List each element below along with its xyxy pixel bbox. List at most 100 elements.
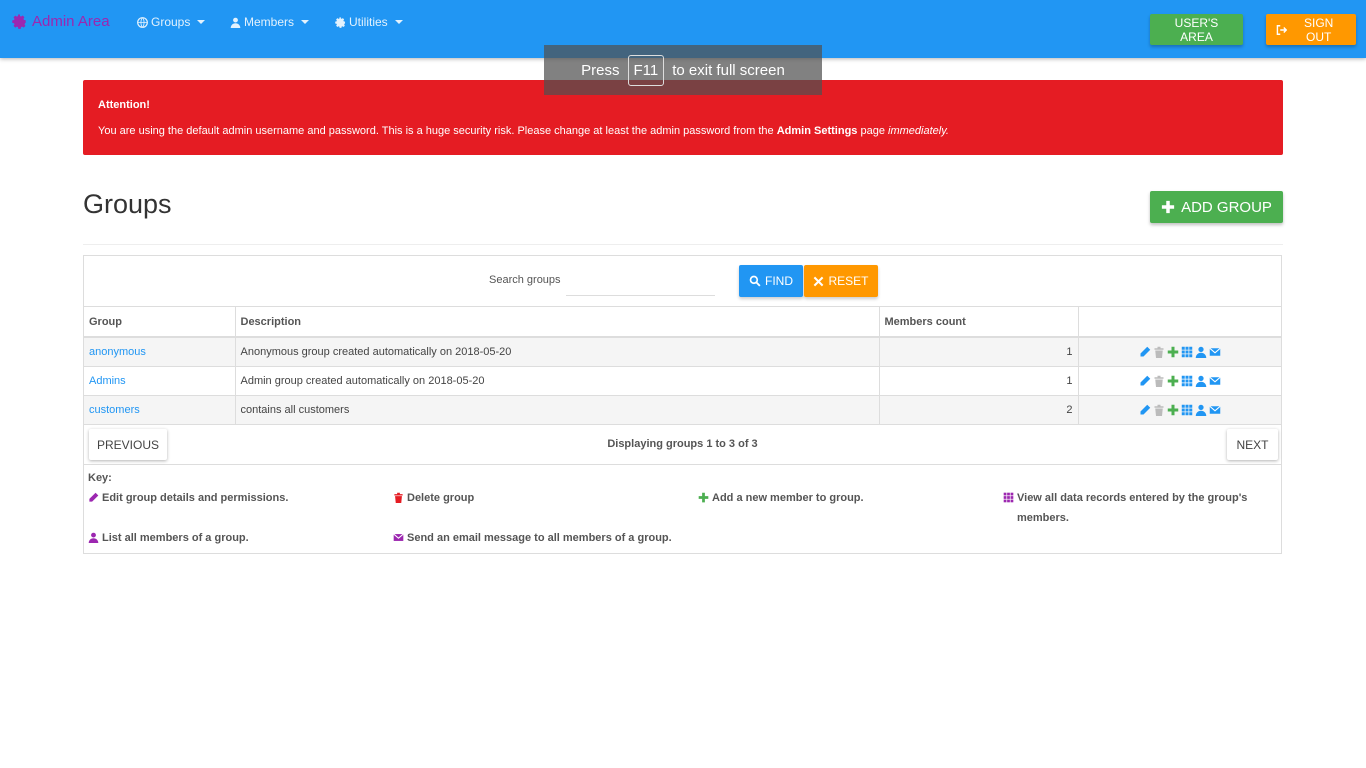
nav-utilities-label: Utilities xyxy=(349,15,388,29)
search-icon xyxy=(749,275,761,287)
add-group-button[interactable]: ADD GROUP xyxy=(1150,191,1283,223)
nav-members-menu[interactable]: Members xyxy=(230,15,310,29)
alert-title: Attention! xyxy=(98,99,150,111)
alert-text-1: You are using the default admin username… xyxy=(98,125,774,137)
brand-label: Admin Area xyxy=(32,13,110,30)
plus-icon[interactable] xyxy=(1167,375,1179,387)
cell-actions xyxy=(1078,337,1281,367)
key-edit-label: Edit group details and permissions. xyxy=(102,492,289,504)
group-link[interactable]: customers xyxy=(89,404,140,416)
grid-icon xyxy=(1003,492,1014,503)
groups-table: Group Description Members count anonymou… xyxy=(84,307,1281,425)
nav-members-label: Members xyxy=(244,15,295,29)
key-add-member: Add a new member to group. xyxy=(698,488,864,508)
cell-group: customers xyxy=(84,395,236,425)
cell-group: Admins xyxy=(84,366,236,396)
user-icon xyxy=(88,532,99,543)
group-link[interactable]: Admins xyxy=(89,375,126,387)
brand-link[interactable]: Admin Area xyxy=(12,13,110,30)
find-label: FIND xyxy=(765,274,793,288)
sign-out-icon xyxy=(1276,24,1288,35)
column-header-members-count[interactable]: Members count xyxy=(879,307,1079,338)
next-button[interactable]: NEXT xyxy=(1227,429,1278,460)
user-icon[interactable] xyxy=(1195,404,1207,416)
find-button[interactable]: FIND xyxy=(739,265,803,297)
column-header-description[interactable]: Description xyxy=(235,307,880,338)
nav-groups-menu[interactable]: Groups xyxy=(137,15,206,29)
pagination: PREVIOUS Displaying groups 1 to 3 of 3 N… xyxy=(84,425,1281,465)
nav-utilities-menu[interactable]: Utilities xyxy=(335,15,403,29)
trash-icon xyxy=(394,492,403,503)
grid-icon[interactable] xyxy=(1181,346,1193,358)
pencil-icon[interactable] xyxy=(1139,346,1151,358)
alert-emphasis: immediately. xyxy=(888,125,949,137)
user-icon[interactable] xyxy=(1195,375,1207,387)
envelope-icon[interactable] xyxy=(1209,346,1221,358)
alert-admin-settings-link[interactable]: Admin Settings xyxy=(777,125,858,137)
key-delete: Delete group xyxy=(393,488,474,508)
fullscreen-hint-after: to exit full screen xyxy=(672,61,785,79)
key-list-members-label: List all members of a group. xyxy=(102,532,249,544)
key-list-members: List all members of a group. xyxy=(88,528,249,548)
cell-description: contains all customers xyxy=(235,395,880,425)
key-title: Key: xyxy=(88,472,112,484)
chevron-down-icon xyxy=(197,20,206,24)
table-row: Admins Admin group created automatically … xyxy=(84,366,1281,396)
key-edit: Edit group details and permissions. xyxy=(88,488,288,508)
icon-key: Key: Edit group details and permissions.… xyxy=(88,472,1278,544)
plus-icon xyxy=(1161,200,1175,214)
grid-icon[interactable] xyxy=(1181,375,1193,387)
column-header-actions xyxy=(1078,307,1281,338)
users-area-label: USER'S AREA xyxy=(1174,15,1219,44)
user-icon xyxy=(230,17,241,28)
pencil-icon xyxy=(89,492,99,502)
table-row: anonymous Anonymous group created automat… xyxy=(84,337,1281,367)
plus-icon xyxy=(698,492,709,503)
sign-out-button[interactable]: SIGN OUT xyxy=(1266,14,1356,45)
fullscreen-hint: Press F11 to exit full screen xyxy=(544,45,822,95)
pencil-icon[interactable] xyxy=(1139,375,1151,387)
search-label: Search groups xyxy=(489,274,561,286)
key-email-label: Send an email message to all members of … xyxy=(407,532,672,544)
page-title: Groups xyxy=(83,189,172,219)
globe-icon xyxy=(137,16,148,28)
fullscreen-hint-key: F11 xyxy=(627,54,665,86)
trash-icon[interactable] xyxy=(1153,346,1165,358)
key-view-records-label: View all data records entered by the gro… xyxy=(1017,492,1248,524)
users-area-button[interactable]: USER'S AREA xyxy=(1150,14,1243,45)
envelope-icon[interactable] xyxy=(1209,375,1221,387)
column-header-group[interactable]: Group xyxy=(84,307,236,338)
cell-description: Anonymous group created automatically on… xyxy=(235,337,880,367)
nav-groups-label: Groups xyxy=(151,15,191,29)
pencil-icon[interactable] xyxy=(1139,404,1151,416)
envelope-icon xyxy=(393,533,404,541)
search-bar: Search groups FIND RESET xyxy=(84,256,1281,307)
search-input[interactable] xyxy=(566,269,715,296)
cog-icon xyxy=(12,14,26,29)
sign-out-label: SIGN OUT xyxy=(1303,15,1334,44)
group-link[interactable]: anonymous xyxy=(89,346,146,358)
cell-actions xyxy=(1078,395,1281,425)
plus-icon[interactable] xyxy=(1167,346,1179,358)
trash-icon[interactable] xyxy=(1153,404,1165,416)
groups-panel: Search groups FIND RESET Group Descripti… xyxy=(83,255,1282,554)
envelope-icon[interactable] xyxy=(1209,404,1221,416)
cell-actions xyxy=(1078,366,1281,396)
key-email: Send an email message to all members of … xyxy=(393,528,672,548)
user-icon[interactable] xyxy=(1195,346,1207,358)
cell-description: Admin group created automatically on 201… xyxy=(235,366,880,396)
table-row: customers contains all customers 2 xyxy=(84,395,1281,425)
trash-icon[interactable] xyxy=(1153,375,1165,387)
grid-icon[interactable] xyxy=(1181,404,1193,416)
reset-label: RESET xyxy=(828,274,869,288)
cog-icon xyxy=(335,16,346,28)
key-add-member-label: Add a new member to group. xyxy=(712,492,864,504)
chevron-down-icon xyxy=(394,20,403,24)
cell-members-count: 2 xyxy=(879,395,1079,425)
fullscreen-hint-before: Press xyxy=(581,61,620,79)
reset-button[interactable]: RESET xyxy=(804,265,878,297)
plus-icon[interactable] xyxy=(1167,404,1179,416)
cell-members-count: 1 xyxy=(879,366,1079,396)
chevron-down-icon xyxy=(301,20,310,24)
close-icon xyxy=(814,276,824,286)
